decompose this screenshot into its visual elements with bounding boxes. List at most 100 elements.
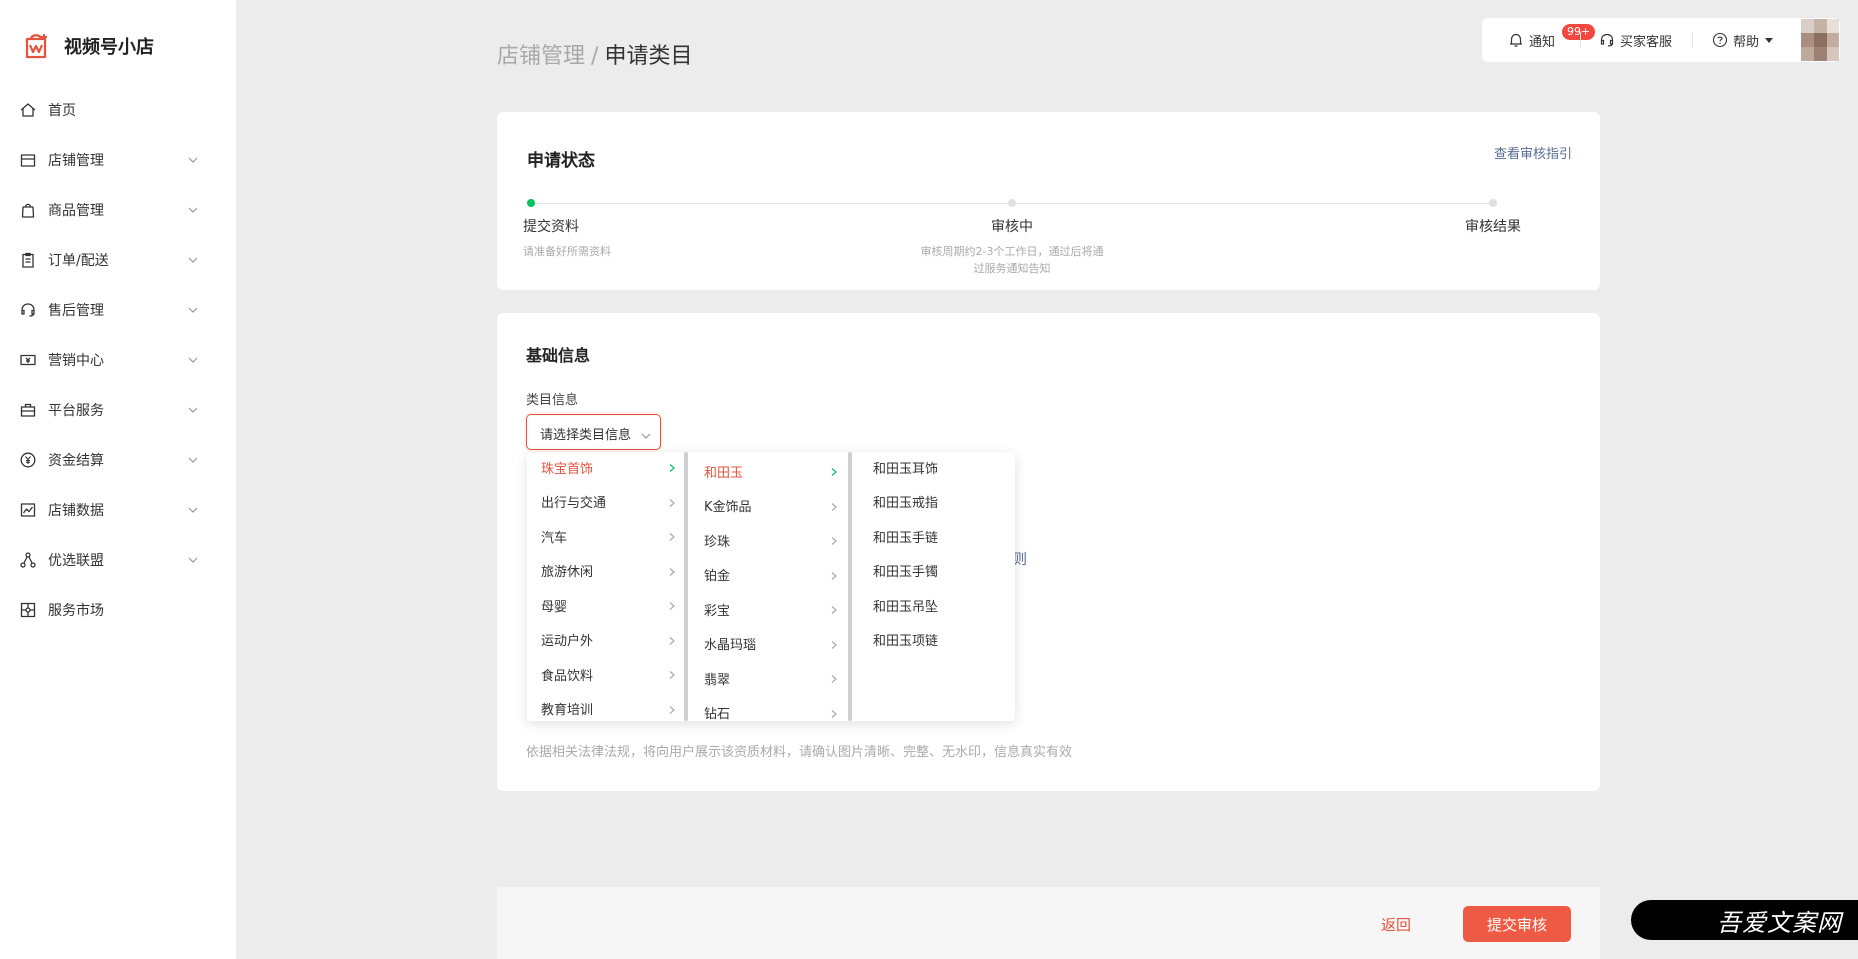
category-field-label: 类目信息 [526, 393, 579, 408]
sidebar-item[interactable]: 优选联盟 [0, 535, 236, 585]
back-button[interactable]: 返回 [1381, 914, 1411, 935]
scrollbar[interactable] [848, 452, 852, 721]
sidebar-item-label: 首页 [48, 103, 76, 119]
cascader-option-label: 旅游休闲 [541, 565, 594, 580]
sidebar-item[interactable]: 店铺管理 [0, 135, 236, 185]
brand[interactable]: 视频号小店 [20, 28, 154, 64]
sidebar-item[interactable]: 平台服务 [0, 385, 236, 435]
sidebar-item[interactable]: 服务市场 [0, 585, 236, 635]
headset-icon [1598, 31, 1616, 49]
cascader-option[interactable]: 彩宝 [689, 592, 849, 626]
cascader-option[interactable]: 和田玉耳饰 [854, 452, 1015, 484]
notification-label: 通知 [1529, 34, 1556, 50]
cascader-column-level1[interactable]: 珠宝首饰出行与交通汽车旅游休闲母婴 运动户外 食品饮料 教育培训 [527, 452, 685, 721]
cascader-option[interactable]: 珍珠 [689, 523, 849, 557]
shop-logo-icon [20, 30, 52, 62]
cascader-option[interactable]: 运动户外 [527, 623, 685, 657]
cascader-option-label: 汽车 [541, 530, 568, 546]
cascader-option[interactable]: 教育培训 [527, 692, 685, 722]
cascader-option[interactable]: 翡翠 [689, 661, 849, 695]
cascader-option[interactable]: 和田玉手镯 [854, 554, 1015, 588]
sidebar-item-label: 平台服务 [48, 403, 104, 419]
breadcrumb-current: 申请类目 [604, 44, 693, 69]
chevron-right-icon [667, 462, 677, 472]
chevron-right-icon [667, 704, 677, 714]
cascader-option-label: 彩宝 [704, 603, 731, 619]
clipboard-icon [18, 250, 38, 270]
submit-review-button[interactable]: 提交审核 [1463, 906, 1571, 942]
cascader-option[interactable]: 出行与交通 [527, 485, 685, 519]
cascader-option[interactable]: 铂金 [689, 558, 849, 592]
sidebar-item[interactable]: 资金结算 [0, 435, 236, 485]
notification-button[interactable]: 通知 99+ [1507, 18, 1596, 62]
step-desc-line: 请准备好所需资料 [523, 245, 611, 258]
cascader-option-label: 珍珠 [704, 534, 731, 550]
chevron-down-icon [186, 352, 200, 366]
shop-name: 视频号小店 [64, 37, 154, 58]
chevron-down-icon [186, 452, 200, 466]
legal-note: 依据相关法律法规，将向用户展示该资质材料，请确认图片清晰、完整、无水印，信息真实… [526, 745, 1073, 760]
chart-icon [18, 500, 38, 520]
cascader-option[interactable]: K金饰品 [689, 489, 849, 523]
cascader-option[interactable]: 和田玉戒指 [854, 485, 1015, 519]
sidebar-item[interactable]: 售后管理 [0, 285, 236, 335]
cascader-option-label: 和田玉 [704, 465, 744, 481]
cascader-column-level3[interactable]: 和田玉耳饰和田玉戒指 和田玉手链和田玉手镯和田玉吊坠和田玉项链 [854, 452, 1015, 721]
cascader-option-label: 和田玉手镯 [873, 565, 939, 580]
cascader-option[interactable]: 食品饮料 [527, 657, 685, 691]
sidebar-item[interactable]: 订单/配送 [0, 235, 236, 285]
question-circle-icon [1711, 31, 1729, 49]
buyer-service-button[interactable]: 买家客服 [1598, 18, 1672, 62]
cascader-option[interactable]: 钻石 [689, 696, 849, 721]
chevron-down-icon [186, 202, 200, 216]
step-title: 提交资料 [523, 219, 579, 235]
cascader-option-label: 水晶玛瑙 [704, 638, 757, 653]
sidebar-item[interactable]: 店铺数据 [0, 485, 236, 535]
network-icon [18, 550, 38, 570]
cascader-option[interactable]: 和田玉手链 [854, 519, 1015, 553]
cascader-option[interactable]: 旅游休闲 [527, 554, 685, 588]
sidebar-item-label: 优选联盟 [48, 553, 104, 569]
application-status-card: 申请状态 查看审核指引 提交资料 请准备好所需资料 审核中 审核周期约2-3个工… [497, 112, 1600, 290]
cascader-option[interactable]: 水晶玛瑙 [689, 627, 849, 661]
cascader-option[interactable]: 珠宝首饰 [527, 452, 685, 484]
sidebar-item[interactable]: 首页 [0, 85, 236, 135]
breadcrumb-parent[interactable]: 店铺管理 [497, 44, 585, 69]
scrollbar[interactable] [684, 452, 688, 721]
review-guide-link[interactable]: 查看审核指引 [1494, 143, 1572, 162]
sidebar-item[interactable]: 营销中心 [0, 335, 236, 385]
rules-link[interactable]: 则 [1013, 549, 1027, 569]
cascader-column-level2[interactable]: 和田玉 K金饰品珍珠铂金彩宝水晶玛瑙翡翠 钻石 [689, 452, 849, 721]
puzzle-icon [18, 600, 38, 620]
category-select[interactable]: 请选择类目信息 [526, 414, 661, 450]
cascader-option-label: 和田玉吊坠 [873, 599, 939, 615]
breadcrumb-separator: / [591, 44, 599, 69]
step-desc: 审核周期约2-3个工作日，通过后将通 过服务通知告知 [921, 243, 1104, 277]
chevron-right-icon [829, 708, 839, 718]
breadcrumb: 店铺管理 / 申请类目 [497, 38, 692, 70]
cascader-option[interactable]: 汽车 [527, 519, 685, 553]
sidebar-item-label: 服务市场 [48, 603, 104, 619]
chevron-right-icon [667, 635, 677, 645]
chevron-right-icon [667, 600, 677, 610]
chevron-right-icon [829, 673, 839, 683]
cascader-option[interactable]: 和田玉项链 [854, 623, 1015, 657]
cascader-option[interactable]: 和田玉 [689, 454, 849, 488]
help-menu-button[interactable]: 帮助 [1711, 18, 1774, 62]
sidebar-item[interactable]: 商品管理 [0, 185, 236, 235]
sidebar-item-label: 店铺数据 [48, 503, 104, 519]
cascader-option[interactable]: 和田玉吊坠 [854, 588, 1015, 622]
sidebar-item-label: 订单/配送 [48, 253, 109, 269]
cascader-option-label: 和田玉耳饰 [873, 461, 939, 477]
cascader-option-label: 出行与交通 [541, 496, 607, 511]
chevron-right-icon [829, 639, 839, 649]
basic-info-title: 基础信息 [526, 346, 591, 365]
cascader-option[interactable]: 母婴 [527, 588, 685, 622]
sidebar-nav: 首页店铺管理 商品管理订单/配送售后管理营销中心平台服务资金结算店铺数据优选联盟服… [0, 85, 236, 635]
sidebar: 视频号小店 首页店铺管理 商品管理订单/配送售后管理营销中心平台服务资金结算店铺数… [0, 0, 236, 959]
home-icon [18, 100, 38, 120]
user-avatar[interactable] [1801, 19, 1839, 61]
chevron-down-icon [186, 402, 200, 416]
chevron-right-icon [829, 466, 839, 476]
sidebar-item-label: 营销中心 [48, 353, 104, 369]
